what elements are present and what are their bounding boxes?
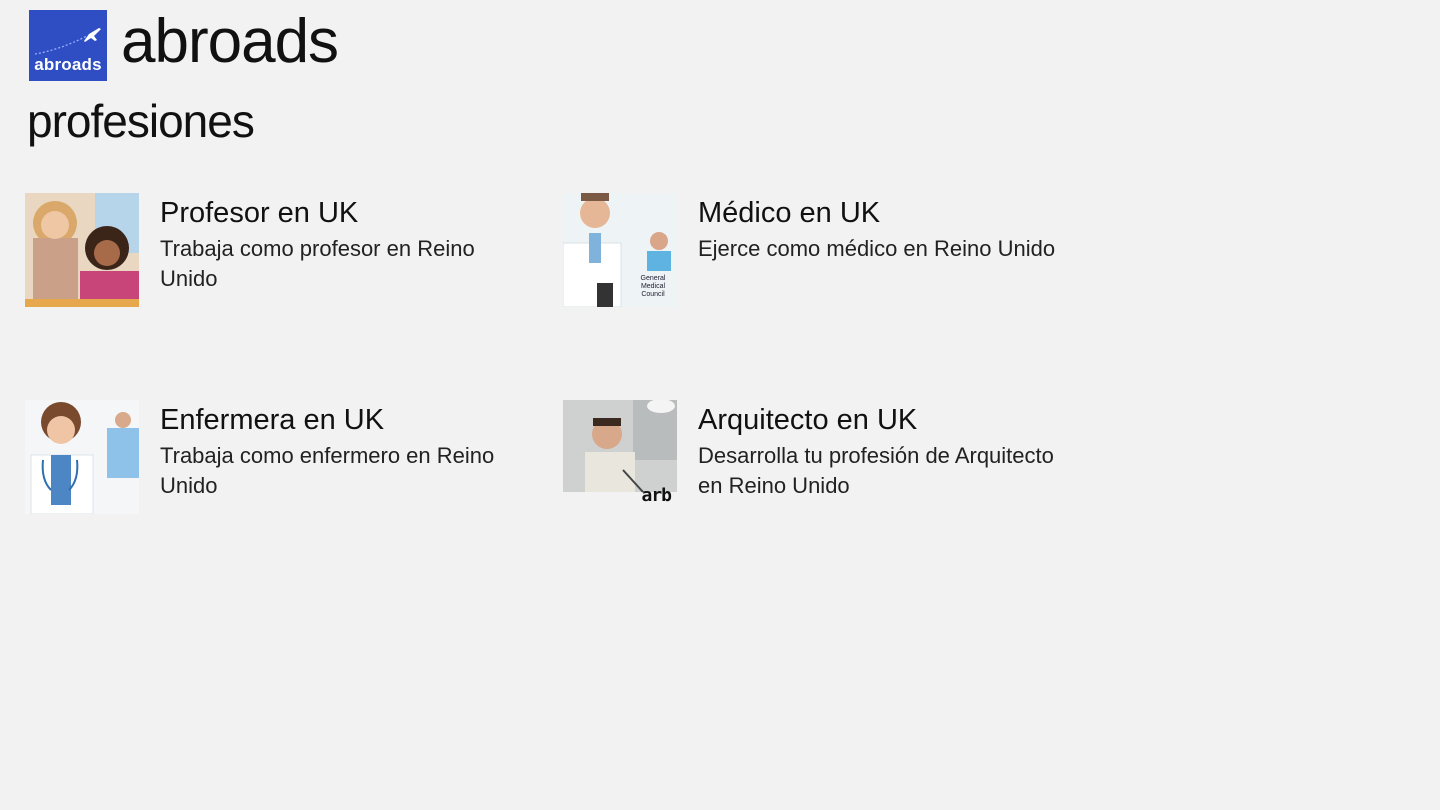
item-title: Enfermera en UK	[160, 404, 385, 436]
item-subtitle: Desarrolla tu profesión de Arquitecto en…	[698, 442, 1054, 498]
app-logo: abroads	[29, 9, 107, 81]
profession-item-doctor[interactable]: General Medical Council Médico en UK Eje…	[563, 193, 1083, 308]
profession-item-nurse[interactable]: Enfermera en UK Trabaja como enfermero e…	[25, 400, 545, 515]
item-subtitle: Trabaja como enfermero en Reino Unido	[160, 442, 495, 498]
item-title: Profesor en UK	[160, 197, 359, 229]
arb-logo-text: arb	[641, 485, 671, 506]
item-title: Arquitecto en UK	[698, 404, 918, 436]
gmc-logo-text: General Medical Council	[640, 275, 666, 298]
professions-grid: Profesor en UK Trabaja como profesor en …	[25, 193, 1125, 523]
item-title: Médico en UK	[698, 197, 881, 229]
nurse-photo	[25, 400, 139, 514]
profession-item-architect[interactable]: arb Arquitecto en UK Desarrolla tu profe…	[563, 400, 1083, 515]
logo-text: abroads	[34, 54, 102, 74]
page-title: profesiones	[27, 95, 255, 147]
item-subtitle: Trabaja como profesor en Reino Unido	[160, 235, 475, 291]
item-subtitle: Ejerce como médico en Reino Unido	[698, 235, 1056, 261]
doctor-photo: General Medical Council	[563, 193, 677, 307]
architect-photo: arb	[563, 400, 677, 514]
app-header: abroads abroads	[29, 7, 339, 81]
app-title: abroads	[121, 7, 339, 76]
profession-item-teacher[interactable]: Profesor en UK Trabaja como profesor en …	[25, 193, 545, 308]
teacher-photo	[25, 193, 139, 307]
